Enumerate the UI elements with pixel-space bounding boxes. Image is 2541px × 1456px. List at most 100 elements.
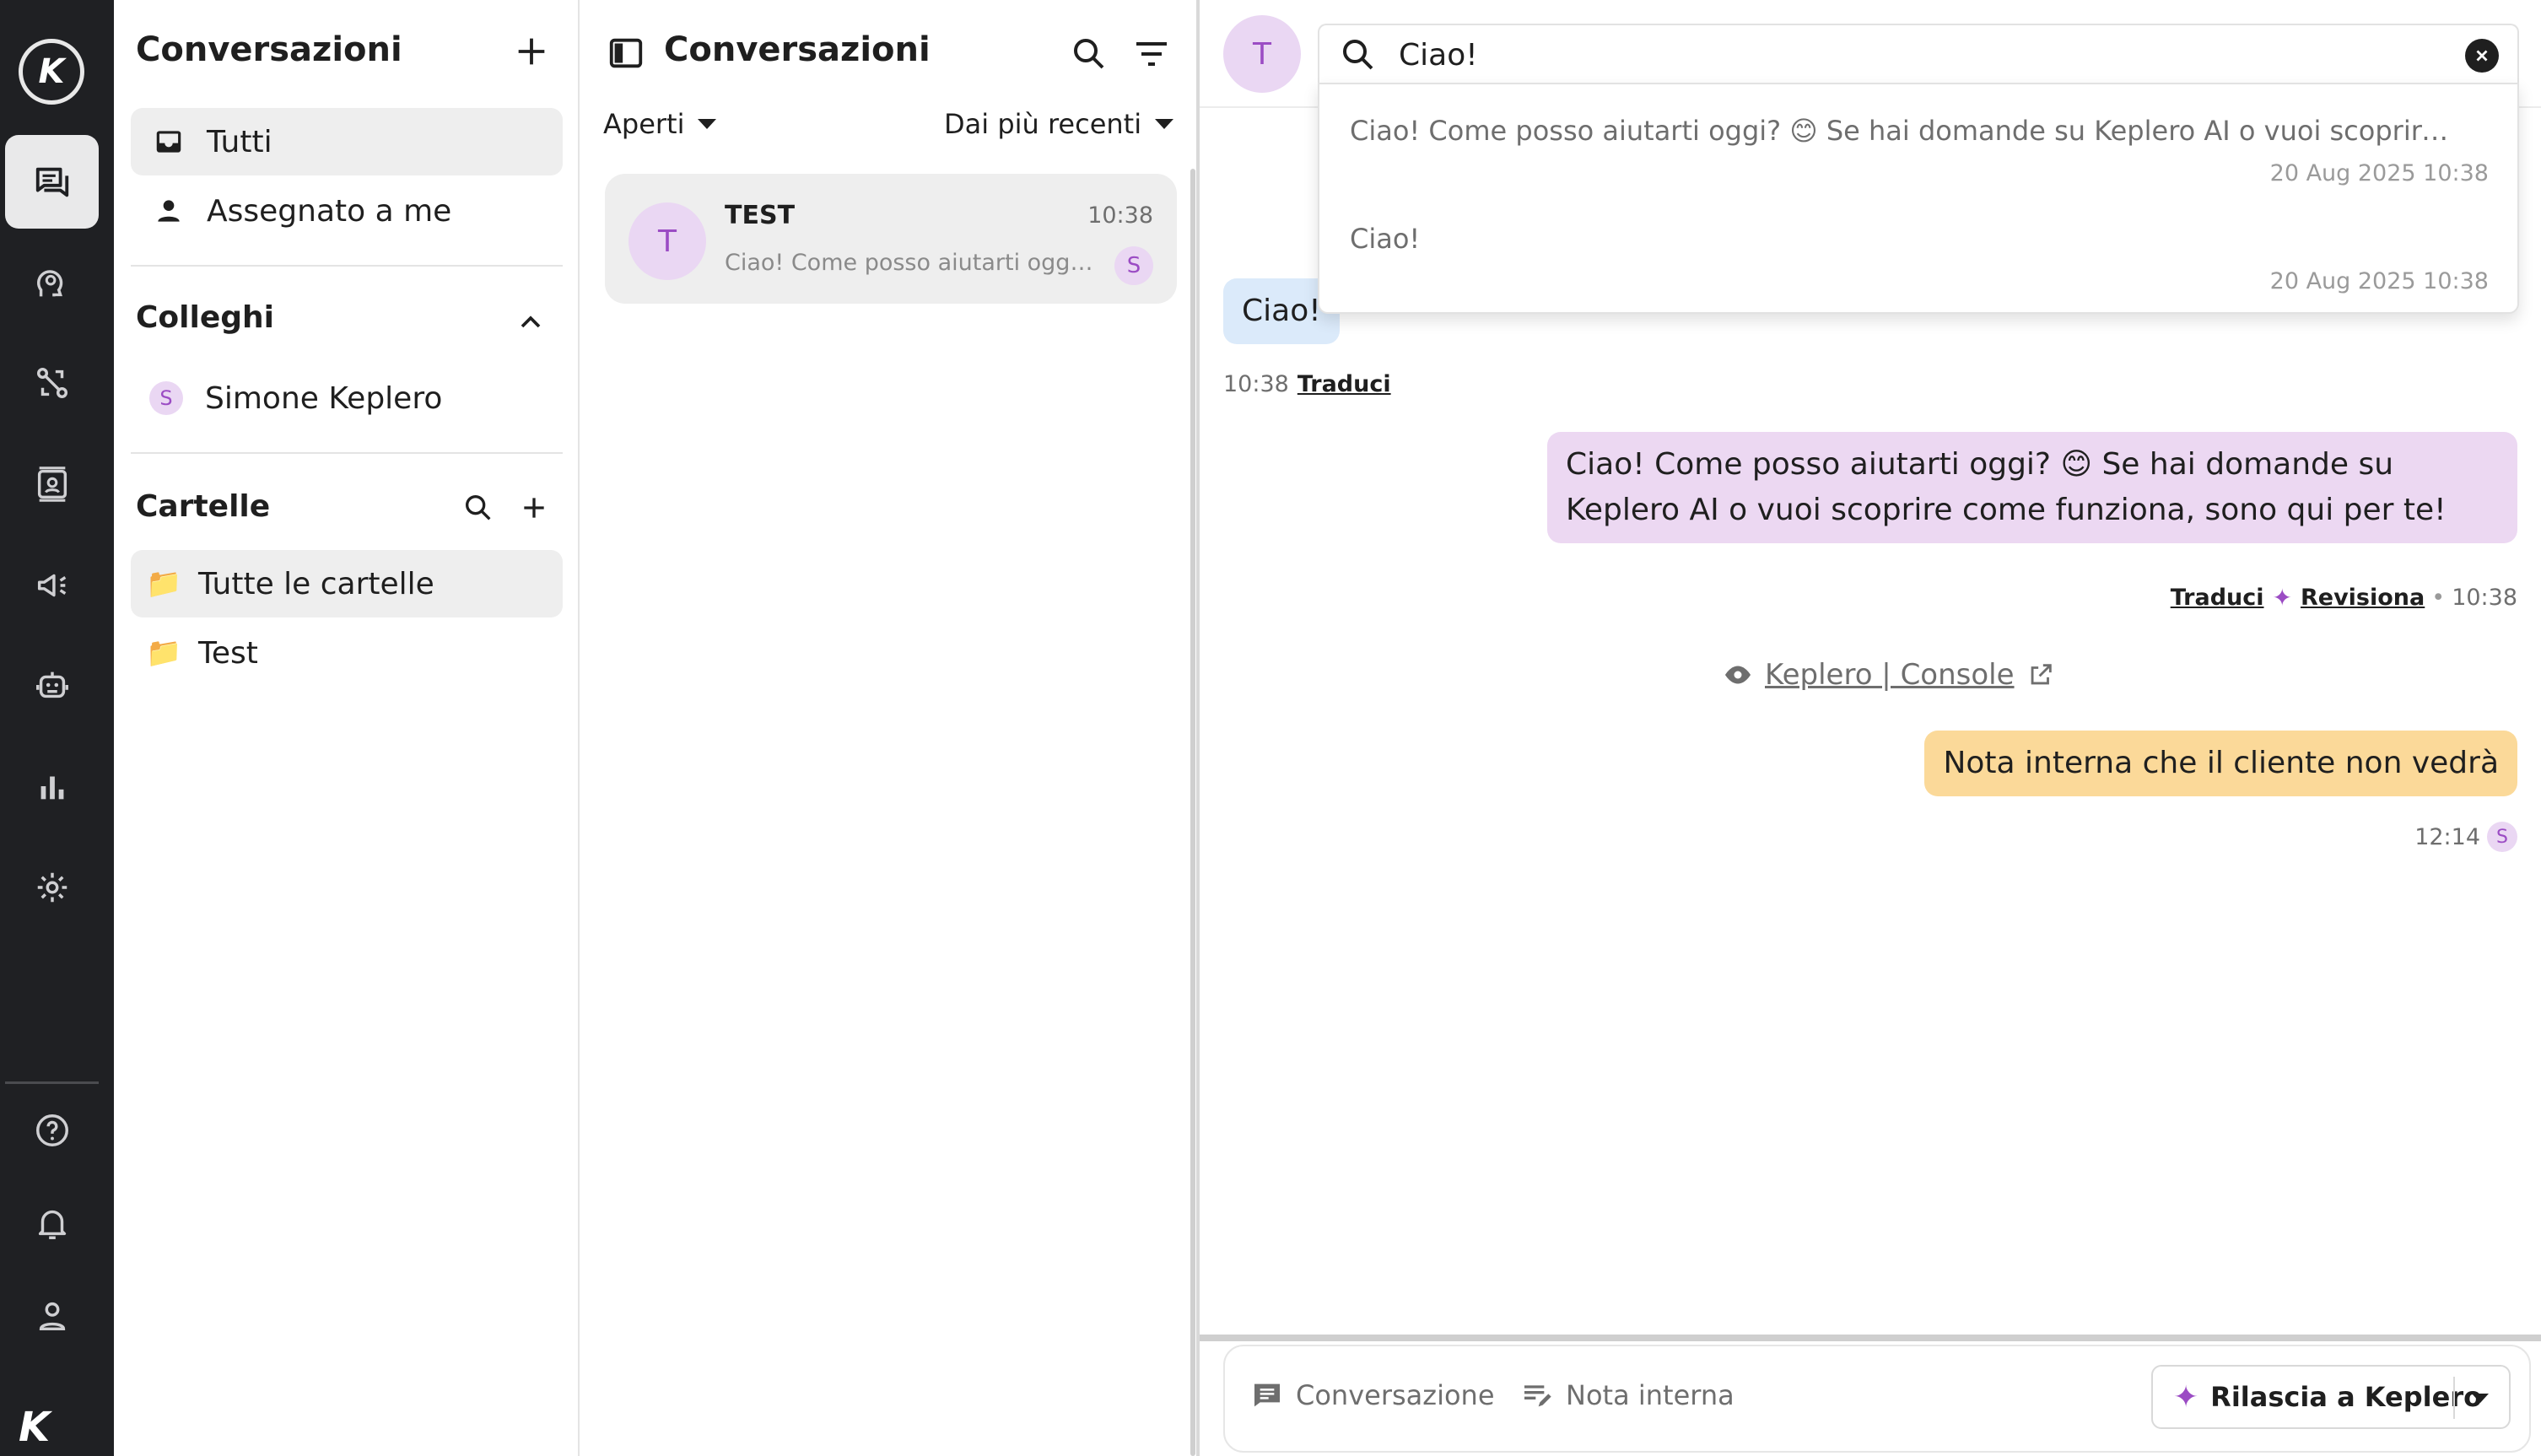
- folder-item-all[interactable]: 📁 Tutte le cartelle: [131, 550, 563, 617]
- chevron-up-icon[interactable]: [514, 305, 548, 339]
- colleague-name: Simone Keplero: [205, 380, 443, 416]
- sidebar-title: Conversazioni: [136, 30, 402, 69]
- status-filter-dropdown[interactable]: Aperti: [603, 108, 717, 140]
- collapse-panel-icon[interactable]: [607, 34, 645, 73]
- rail-campaigns-button[interactable]: [5, 538, 99, 632]
- person-icon: [151, 193, 186, 229]
- folder-icon: 📁: [146, 636, 182, 670]
- rail-conversations-button[interactable]: [5, 135, 99, 229]
- route-icon: [36, 367, 67, 398]
- add-folder-icon[interactable]: [517, 491, 551, 525]
- avatar: T: [629, 202, 706, 280]
- source-link-label: Keplero | Console: [1765, 658, 2015, 692]
- search-result-item[interactable]: Ciao! 20 Aug 2025 10:38: [1319, 192, 2517, 300]
- eye-icon: [1725, 666, 1751, 684]
- button-divider: [2453, 1377, 2455, 1419]
- status-filter-label: Aperti: [603, 108, 685, 140]
- keplero-brand-icon: K: [19, 1404, 51, 1451]
- note-edit-icon: [1524, 1385, 1551, 1407]
- outgoing-message: Ciao! Come posso aiutarti oggi? 😊 Se hai…: [1547, 432, 2517, 543]
- bar-chart-icon: [40, 776, 63, 799]
- sidebar-item-all[interactable]: Tutti: [131, 108, 563, 175]
- incoming-message-meta: 10:38 Traduci: [1223, 371, 1391, 397]
- search-icon[interactable]: [1069, 34, 1109, 74]
- folder-item-test[interactable]: 📁 Test: [131, 619, 563, 687]
- tab-label: Nota interna: [1566, 1379, 1734, 1411]
- colleagues-heading: Colleghi: [136, 300, 274, 335]
- avatar: T: [1223, 15, 1301, 93]
- gear-icon: [37, 872, 67, 902]
- filter-icon[interactable]: [1131, 34, 1172, 74]
- rail-agents-button[interactable]: [5, 638, 99, 731]
- review-link[interactable]: Revisiona: [2301, 585, 2425, 611]
- folder-label: Tutte le cartelle: [198, 566, 434, 601]
- list-title: Conversazioni: [664, 30, 931, 69]
- tab-internal-note[interactable]: Nota interna: [1520, 1378, 1734, 1412]
- sidebar-divider: [131, 265, 563, 267]
- search-result-date: 20 Aug 2025 10:38: [2269, 160, 2489, 186]
- release-to-keplero-button[interactable]: ✦ Rilascia a Keplero: [2151, 1365, 2511, 1429]
- rail-reports-button[interactable]: [5, 739, 99, 833]
- head-gear-icon: [36, 269, 62, 296]
- keplero-logo[interactable]: K: [19, 39, 84, 105]
- sparkle-icon: ✦: [2272, 584, 2292, 612]
- translate-link[interactable]: Traduci: [2171, 585, 2264, 611]
- colleague-item[interactable]: S Simone Keplero: [131, 364, 563, 432]
- robot-icon: [35, 671, 68, 698]
- conversation-preview: Ciao! Come posso aiutarti oggi? 😊 Se hai…: [725, 250, 1096, 276]
- close-icon: [2476, 50, 2488, 62]
- avatar: S: [149, 381, 183, 415]
- sidebar-item-label: Tutti: [207, 124, 272, 159]
- rail-knowledge-button[interactable]: [5, 236, 99, 330]
- left-rail: K K: [0, 0, 114, 1456]
- chat-panel: T Ciao! 10:38 Traduci Ciao! Come posso a…: [1200, 0, 2541, 1456]
- search-icon[interactable]: [461, 491, 495, 525]
- source-link[interactable]: Keplero | Console: [1723, 658, 2055, 692]
- sidebar-item-assigned-to-me[interactable]: Assegnato a me: [131, 177, 563, 245]
- inbox-icon: [151, 124, 186, 159]
- conversation-name: TEST: [725, 201, 796, 230]
- rail-help-button[interactable]: [5, 1083, 99, 1177]
- rail-workflows-button[interactable]: [5, 336, 99, 429]
- clear-search-button[interactable]: [2465, 39, 2499, 73]
- internal-note-message: Nota interna che il cliente non vedrà: [1924, 731, 2517, 796]
- rail-contacts-button[interactable]: [5, 437, 99, 531]
- conversations-sidebar: Conversazioni Tutti Assegnato a me Colle…: [114, 0, 580, 1456]
- tab-label: Conversazione: [1296, 1379, 1495, 1411]
- conversation-time: 10:38: [1087, 202, 1153, 229]
- translate-link[interactable]: Traduci: [1297, 371, 1391, 397]
- rail-profile-button[interactable]: [5, 1269, 99, 1362]
- help-icon: [35, 1114, 68, 1146]
- internal-note-meta: 12:14 S: [2414, 822, 2517, 852]
- separator-dot: •: [2431, 585, 2446, 611]
- folder-label: Test: [198, 635, 258, 671]
- search-results-dropdown: Ciao! Come posso aiutarti oggi? 😊 Se hai…: [1318, 83, 2519, 314]
- search-result-text: Ciao! Come posso aiutarti oggi? 😊 Se hai…: [1350, 115, 2463, 147]
- sort-dropdown[interactable]: Dai più recenti: [944, 108, 1174, 140]
- composer-resize-handle[interactable]: [1200, 1335, 2541, 1341]
- caret-down-icon: [1155, 119, 1174, 129]
- assignee-badge: S: [1114, 246, 1153, 285]
- composer: Conversazione Nota interna ✦ Rilascia a …: [1223, 1345, 2531, 1453]
- folder-icon: 📁: [146, 567, 182, 601]
- rail-settings-button[interactable]: [5, 840, 99, 934]
- message-search-input[interactable]: [1399, 37, 2411, 73]
- caret-down-icon[interactable]: [2472, 1394, 2489, 1403]
- message-search-bar: [1318, 24, 2519, 84]
- conversation-card[interactable]: T TEST 10:38 Ciao! Come posso aiutarti o…: [605, 174, 1177, 304]
- tab-conversation[interactable]: Conversazione: [1250, 1378, 1495, 1412]
- user-icon: [39, 1302, 65, 1330]
- outgoing-message-meta: Traduci ✦ Revisiona • 10:38: [2171, 584, 2517, 612]
- search-result-item[interactable]: Ciao! Come posso aiutarti oggi? 😊 Se hai…: [1319, 84, 2517, 192]
- message-time: 10:38: [2452, 585, 2517, 611]
- external-link-icon: [2031, 664, 2052, 685]
- sparkle-icon: ✦: [2173, 1379, 2199, 1415]
- sidebar-item-label: Assegnato a me: [207, 193, 452, 229]
- message-time: 12:14: [2414, 823, 2480, 850]
- megaphone-icon: [37, 574, 66, 596]
- rail-notifications-button[interactable]: [5, 1176, 99, 1270]
- add-icon[interactable]: [512, 32, 551, 71]
- list-scrollbar[interactable]: [1190, 169, 1195, 1456]
- folders-heading: Cartelle: [136, 489, 271, 524]
- author-badge: S: [2487, 822, 2517, 852]
